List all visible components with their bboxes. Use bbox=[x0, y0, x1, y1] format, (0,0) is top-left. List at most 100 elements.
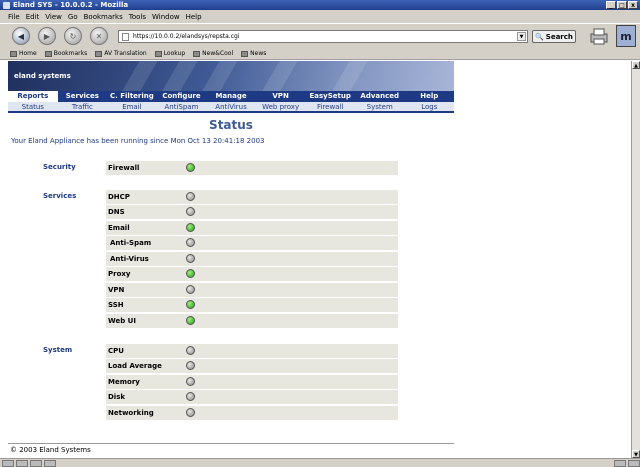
bookmark-bookmarks[interactable]: Bookmarks bbox=[44, 50, 87, 57]
status-indicator-icon bbox=[186, 300, 195, 309]
composer-icon[interactable] bbox=[30, 459, 42, 467]
status-row: SSH bbox=[106, 298, 398, 312]
status-indicator-icon bbox=[186, 408, 195, 417]
tab-content-filtering[interactable]: C. Filtering bbox=[107, 91, 157, 102]
back-arrow-icon: ◀ bbox=[17, 31, 25, 41]
scroll-down-icon[interactable]: ▼ bbox=[632, 450, 640, 458]
menu-help[interactable]: Help bbox=[186, 13, 202, 21]
status-row: Load Average bbox=[106, 359, 398, 373]
menu-window[interactable]: Window bbox=[152, 13, 180, 21]
service-name: Proxy bbox=[108, 270, 131, 278]
page-title: Status bbox=[209, 118, 253, 132]
print-icon[interactable] bbox=[588, 27, 610, 45]
reload-button[interactable]: ↻ bbox=[64, 27, 82, 45]
tab-advanced[interactable]: Advanced bbox=[355, 91, 405, 102]
search-button-label: Search bbox=[545, 32, 573, 41]
status-indicator-icon bbox=[186, 207, 195, 216]
url-input[interactable]: https://10.0.0.2/elandsys/repsta.cgi ▼ bbox=[118, 30, 528, 43]
bookmarks-toolbar: Home Bookmarks AV Translation Lookup New… bbox=[0, 48, 640, 60]
main-tabs: Reports Services C. Filtering Configure … bbox=[8, 91, 454, 102]
vertical-scrollbar[interactable]: ▲ ▼ bbox=[631, 61, 640, 458]
tab-help[interactable]: Help bbox=[405, 91, 455, 102]
subtab-status[interactable]: Status bbox=[8, 102, 58, 111]
section-system-title: System bbox=[43, 346, 73, 354]
service-name: Anti-Virus bbox=[110, 255, 149, 263]
status-row: DHCP bbox=[106, 190, 398, 204]
service-name: Disk bbox=[108, 393, 126, 401]
subtab-antispam[interactable]: AntiSpam bbox=[157, 102, 207, 111]
copyright-footer: © 2003 Eland Systems bbox=[10, 446, 91, 454]
tab-vpn[interactable]: VPN bbox=[256, 91, 306, 102]
uptime-text: Your Eland Appliance has been running si… bbox=[11, 137, 265, 145]
subtab-email[interactable]: Email bbox=[107, 102, 157, 111]
minimize-button[interactable]: _ bbox=[606, 1, 616, 9]
maximize-button[interactable]: □ bbox=[617, 1, 627, 9]
status-row: Firewall bbox=[106, 161, 398, 175]
bookmark-av-translation[interactable]: AV Translation bbox=[95, 50, 147, 57]
close-button[interactable]: x bbox=[628, 1, 638, 9]
subtab-firewall[interactable]: Firewall bbox=[305, 102, 355, 111]
service-name: Networking bbox=[108, 409, 154, 417]
forward-arrow-icon: ▶ bbox=[43, 31, 51, 41]
status-row: VPN bbox=[106, 283, 398, 297]
status-row: Memory bbox=[106, 375, 398, 389]
tab-configure[interactable]: Configure bbox=[157, 91, 207, 102]
stop-icon: ✕ bbox=[95, 31, 103, 41]
status-row: Networking bbox=[106, 406, 398, 420]
bookmark-icon bbox=[154, 50, 162, 57]
sub-tabs: Status Traffic Email AntiSpam AntiVirus … bbox=[8, 102, 454, 113]
stop-button[interactable]: ✕ bbox=[90, 27, 108, 45]
subtab-traffic[interactable]: Traffic bbox=[58, 102, 108, 111]
bookmark-home[interactable]: Home bbox=[10, 50, 37, 57]
footer-divider bbox=[8, 443, 454, 444]
service-name: Web UI bbox=[108, 317, 136, 325]
tab-services[interactable]: Services bbox=[58, 91, 108, 102]
menu-file[interactable]: File bbox=[8, 13, 20, 21]
status-indicator-icon bbox=[186, 163, 195, 172]
chat-icon[interactable] bbox=[44, 459, 56, 467]
status-indicator-icon bbox=[186, 285, 195, 294]
bookmark-news[interactable]: News bbox=[241, 50, 266, 57]
bookmark-icon bbox=[241, 50, 249, 57]
status-indicator-icon bbox=[186, 192, 195, 201]
service-name: VPN bbox=[108, 286, 125, 294]
tab-reports[interactable]: Reports bbox=[8, 91, 58, 102]
url-dropdown-icon[interactable]: ▼ bbox=[517, 32, 526, 41]
tab-easysetup[interactable]: EasySetup bbox=[305, 91, 355, 102]
service-name: Anti-Spam bbox=[110, 239, 152, 247]
forward-button[interactable]: ▶ bbox=[38, 27, 56, 45]
status-row: Anti-Spam bbox=[106, 236, 398, 250]
status-row: Disk bbox=[106, 390, 398, 404]
subtab-antivirus[interactable]: AntiVirus bbox=[206, 102, 256, 111]
bookmark-lookup[interactable]: Lookup bbox=[154, 50, 185, 57]
menu-go[interactable]: Go bbox=[68, 13, 78, 21]
service-name: Email bbox=[108, 224, 130, 232]
menu-bookmarks[interactable]: Bookmarks bbox=[84, 13, 123, 21]
section-services-title: Services bbox=[43, 192, 77, 200]
scroll-up-icon[interactable]: ▲ bbox=[632, 61, 640, 69]
status-row: Email bbox=[106, 221, 398, 235]
menu-edit[interactable]: Edit bbox=[26, 13, 40, 21]
status-row: Anti-Virus bbox=[106, 252, 398, 266]
subtab-logs[interactable]: Logs bbox=[405, 102, 455, 111]
status-indicator-icon bbox=[186, 269, 195, 278]
section-security-title: Security bbox=[43, 163, 76, 171]
subtab-web-proxy[interactable]: Web proxy bbox=[256, 102, 306, 111]
back-button[interactable]: ◀ bbox=[12, 27, 30, 45]
navigator-icon[interactable] bbox=[2, 459, 14, 467]
menubar: File Edit View Go Bookmarks Tools Window… bbox=[0, 10, 640, 23]
mail-icon[interactable] bbox=[16, 459, 28, 467]
reload-icon: ↻ bbox=[69, 31, 77, 41]
search-button[interactable]: 🔍 Search bbox=[532, 30, 576, 43]
service-name: DHCP bbox=[108, 193, 130, 201]
subtab-system[interactable]: System bbox=[355, 102, 405, 111]
menu-tools[interactable]: Tools bbox=[129, 13, 146, 21]
security-lock-icon[interactable] bbox=[614, 459, 626, 467]
online-status-icon bbox=[628, 459, 640, 467]
menu-view[interactable]: View bbox=[45, 13, 62, 21]
service-name: CPU bbox=[108, 347, 124, 355]
window-title: Eland SYS - 10.0.0.2 - Mozilla bbox=[13, 1, 129, 9]
bookmark-new-cool[interactable]: New&Cool bbox=[193, 50, 233, 57]
bookmark-icon bbox=[95, 50, 103, 57]
tab-manage[interactable]: Manage bbox=[206, 91, 256, 102]
